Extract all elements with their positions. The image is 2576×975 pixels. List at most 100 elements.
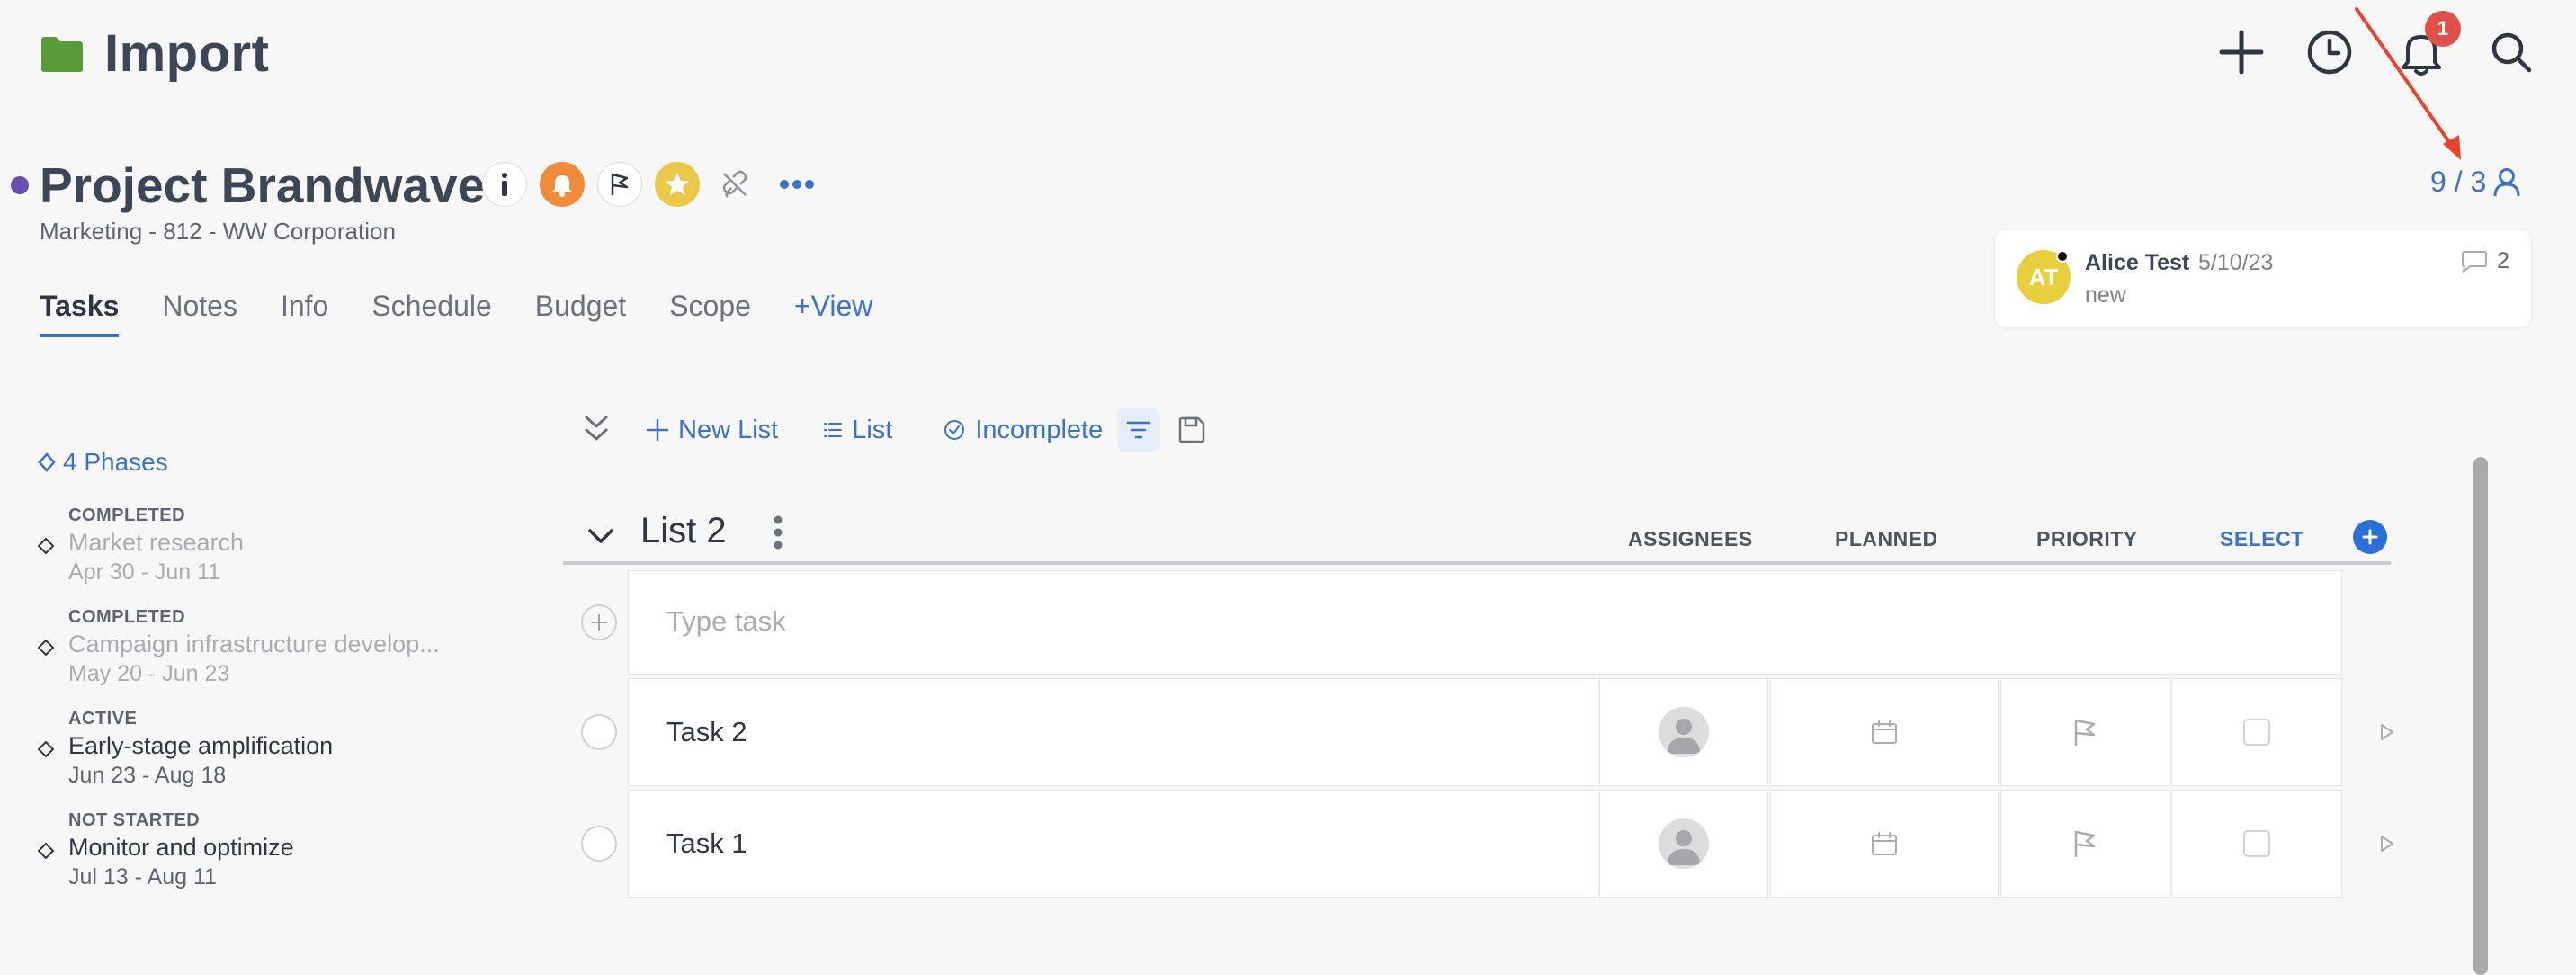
search-button[interactable] bbox=[2484, 25, 2538, 79]
alert-button[interactable] bbox=[540, 162, 585, 207]
diamond-icon bbox=[38, 640, 54, 656]
new-list-label: New List bbox=[678, 415, 779, 444]
assignee-cell[interactable] bbox=[1599, 790, 1768, 898]
add-column-button[interactable] bbox=[2353, 520, 2387, 554]
bell-icon bbox=[552, 175, 572, 197]
avatar: AT bbox=[2017, 250, 2071, 304]
comment-count: 2 bbox=[2459, 248, 2509, 274]
phase-item[interactable]: COMPLETED Campaign infrastructure develo… bbox=[38, 607, 505, 693]
select-checkbox[interactable] bbox=[2243, 719, 2270, 746]
phase-status: COMPLETED bbox=[68, 505, 186, 525]
presence-dot bbox=[2056, 250, 2069, 263]
search-icon bbox=[2491, 32, 2532, 73]
star-icon bbox=[666, 173, 689, 195]
assignee-cell[interactable] bbox=[1599, 678, 1768, 786]
favorite-button[interactable] bbox=[655, 162, 700, 207]
phase-dates: Jul 13 - Aug 11 bbox=[68, 864, 217, 890]
plus-icon bbox=[2362, 529, 2378, 545]
select-checkbox[interactable] bbox=[2243, 830, 2270, 857]
project-actions bbox=[482, 162, 824, 207]
app-title: Import bbox=[40, 23, 269, 84]
phase-item[interactable]: COMPLETED Market research Apr 30 - Jun 1… bbox=[38, 505, 505, 592]
phase-dates: Jun 23 - Aug 18 bbox=[68, 763, 227, 788]
diamond-icon bbox=[38, 538, 54, 554]
new-task-input[interactable]: Type task bbox=[628, 570, 2342, 675]
collapse-all-button[interactable] bbox=[583, 414, 610, 446]
priority-cell[interactable] bbox=[2000, 678, 2169, 786]
flag-icon bbox=[2074, 719, 2096, 746]
add-button[interactable] bbox=[2214, 25, 2268, 79]
planned-cell[interactable] bbox=[1770, 678, 1999, 786]
unlink-icon bbox=[722, 170, 747, 198]
select-cell bbox=[2171, 678, 2342, 786]
more-button[interactable] bbox=[770, 162, 824, 207]
save-view-button[interactable] bbox=[1176, 415, 1207, 445]
new-list-button[interactable]: New List bbox=[646, 416, 778, 445]
project-color-dot bbox=[11, 176, 29, 194]
calendar-icon bbox=[1872, 832, 1897, 855]
incomplete-filter-button[interactable]: Incomplete bbox=[943, 416, 1103, 445]
priority-cell[interactable] bbox=[2000, 790, 2169, 898]
app-title-text: Import bbox=[104, 24, 270, 83]
task-name-cell[interactable]: Task 2 bbox=[628, 678, 1597, 786]
flag-button[interactable] bbox=[597, 162, 642, 207]
avatar-initials: AT bbox=[2028, 263, 2059, 291]
folder-icon bbox=[40, 35, 85, 73]
task-complete-checkbox[interactable] bbox=[581, 714, 617, 750]
project-tabs: Tasks Notes Info Schedule Budget Scope +… bbox=[40, 290, 872, 337]
avatar-placeholder bbox=[1659, 707, 1709, 757]
phases-toggle[interactable]: 4 Phases bbox=[38, 448, 168, 477]
tab-info[interactable]: Info bbox=[281, 290, 328, 334]
phase-dates: May 20 - Jun 23 bbox=[68, 661, 230, 686]
column-header-planned: PLANNED bbox=[1835, 527, 1938, 550]
planned-cell[interactable] bbox=[1770, 790, 1999, 898]
flag-icon bbox=[2074, 830, 2096, 857]
plus-icon bbox=[591, 614, 607, 631]
filter-button[interactable] bbox=[1117, 408, 1161, 452]
task-name-cell[interactable]: Task 1 bbox=[628, 790, 1597, 898]
latest-comment-card[interactable]: AT Alice Test 5/10/23 new 2 bbox=[1995, 230, 2531, 327]
select-cell bbox=[2171, 790, 2342, 898]
phase-status: ACTIVE bbox=[68, 709, 138, 729]
task-complete-checkbox[interactable] bbox=[581, 826, 617, 862]
more-vertical-icon[interactable] bbox=[765, 513, 792, 552]
check-circle-icon bbox=[944, 420, 965, 440]
phase-name: Early-stage amplification bbox=[68, 732, 334, 759]
list-view-button[interactable]: List bbox=[823, 416, 892, 445]
add-task-button[interactable] bbox=[581, 604, 617, 640]
save-icon bbox=[1178, 416, 1205, 443]
chevron-down-icon[interactable] bbox=[585, 520, 617, 552]
play-icon[interactable] bbox=[2376, 720, 2398, 745]
incomplete-label: Incomplete bbox=[975, 415, 1104, 444]
task-name: Task 1 bbox=[666, 827, 747, 859]
members-count: 9 / 3 bbox=[2430, 165, 2487, 198]
diamond-icon bbox=[38, 843, 54, 859]
list-name: List 2 bbox=[640, 511, 727, 550]
plus-icon bbox=[646, 418, 669, 442]
column-header-assignees: ASSIGNEES bbox=[1628, 527, 1753, 550]
phase-item[interactable]: NOT STARTED Monitor and optimize Jul 13 … bbox=[38, 810, 505, 897]
members-count-button[interactable]: 9 / 3 bbox=[2430, 165, 2520, 199]
unlink-button[interactable] bbox=[712, 162, 757, 207]
tab-notes[interactable]: Notes bbox=[162, 290, 237, 334]
tab-tasks[interactable]: Tasks bbox=[40, 290, 120, 337]
info-button[interactable] bbox=[482, 162, 527, 207]
phase-item[interactable]: ACTIVE Early-stage amplification Jun 23 … bbox=[38, 709, 505, 795]
table-row: Task 2 bbox=[581, 678, 2393, 786]
column-header-priority: PRIORITY bbox=[2036, 527, 2138, 550]
list-icon bbox=[824, 423, 843, 437]
tab-schedule[interactable]: Schedule bbox=[371, 290, 491, 334]
phase-dates: Apr 30 - Jun 11 bbox=[68, 559, 221, 585]
column-header-select[interactable]: SELECT bbox=[2220, 527, 2304, 551]
play-icon[interactable] bbox=[2376, 831, 2398, 856]
phase-status: NOT STARTED bbox=[68, 810, 201, 830]
tab-add-view[interactable]: +View bbox=[794, 290, 872, 334]
comment-count-value: 2 bbox=[2497, 248, 2509, 273]
tab-budget[interactable]: Budget bbox=[535, 290, 626, 334]
task-name: Task 2 bbox=[666, 716, 747, 747]
scrollbar[interactable] bbox=[2473, 457, 2488, 975]
avatar-placeholder bbox=[1659, 818, 1709, 869]
project-subtitle: Marketing - 812 - WW Corporation bbox=[40, 218, 396, 245]
comment-icon bbox=[2462, 250, 2488, 273]
tab-scope[interactable]: Scope bbox=[669, 290, 751, 334]
